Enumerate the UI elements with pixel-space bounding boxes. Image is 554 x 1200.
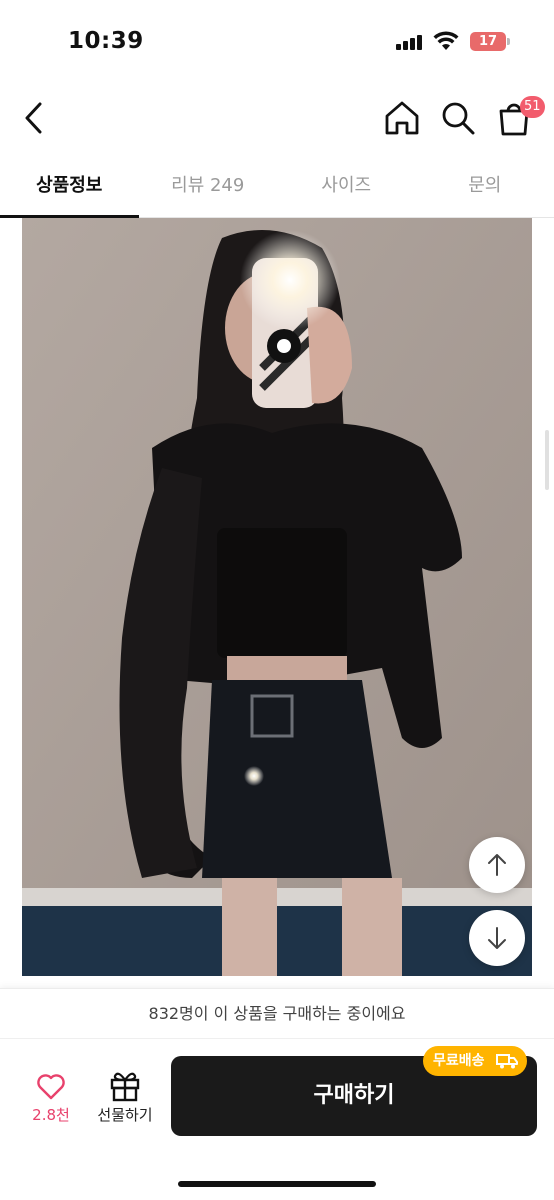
divider <box>0 1038 554 1039</box>
status-time: 10:39 <box>68 28 144 54</box>
like-button[interactable]: 2.8천 <box>20 1070 82 1130</box>
scrollbar[interactable] <box>545 430 549 490</box>
gift-label: 선물하기 <box>97 1106 153 1124</box>
home-indicator <box>178 1181 376 1187</box>
battery-indicator: 17 <box>470 32 506 51</box>
status-bar: 10:39 17 <box>0 0 554 84</box>
gift-icon <box>110 1072 140 1102</box>
product-photo <box>22 218 532 976</box>
home-icon[interactable] <box>382 98 422 138</box>
product-photo-illustration <box>22 218 532 976</box>
product-tabs: 상품정보 리뷰 249 사이즈 문의 <box>0 164 554 218</box>
tab-reviews[interactable]: 리뷰 249 <box>139 164 278 217</box>
back-arrow-icon[interactable] <box>18 98 52 138</box>
cellular-signal-icon <box>396 34 424 50</box>
buyers-count-text: 832명이 이 상품을 구매하는 중이에요 <box>148 1004 406 1023</box>
heart-icon <box>37 1074 65 1100</box>
tab-size[interactable]: 사이즈 <box>277 164 416 217</box>
arrow-down-icon <box>488 927 506 949</box>
wifi-icon <box>433 31 459 50</box>
truck-icon <box>496 1054 518 1069</box>
tab-product-info[interactable]: 상품정보 <box>0 164 139 218</box>
battery-cap <box>507 38 510 45</box>
tab-inquiry[interactable]: 문의 <box>416 164 554 217</box>
gift-button[interactable]: 선물하기 <box>90 1068 160 1130</box>
scroll-down-button[interactable] <box>469 910 525 966</box>
scroll-up-button[interactable] <box>469 837 525 893</box>
search-icon[interactable] <box>438 98 478 138</box>
like-count: 2.8천 <box>32 1106 70 1124</box>
top-navigation <box>0 84 554 154</box>
cart-count-badge: 51 <box>520 96 545 118</box>
arrow-up-icon <box>488 854 506 876</box>
